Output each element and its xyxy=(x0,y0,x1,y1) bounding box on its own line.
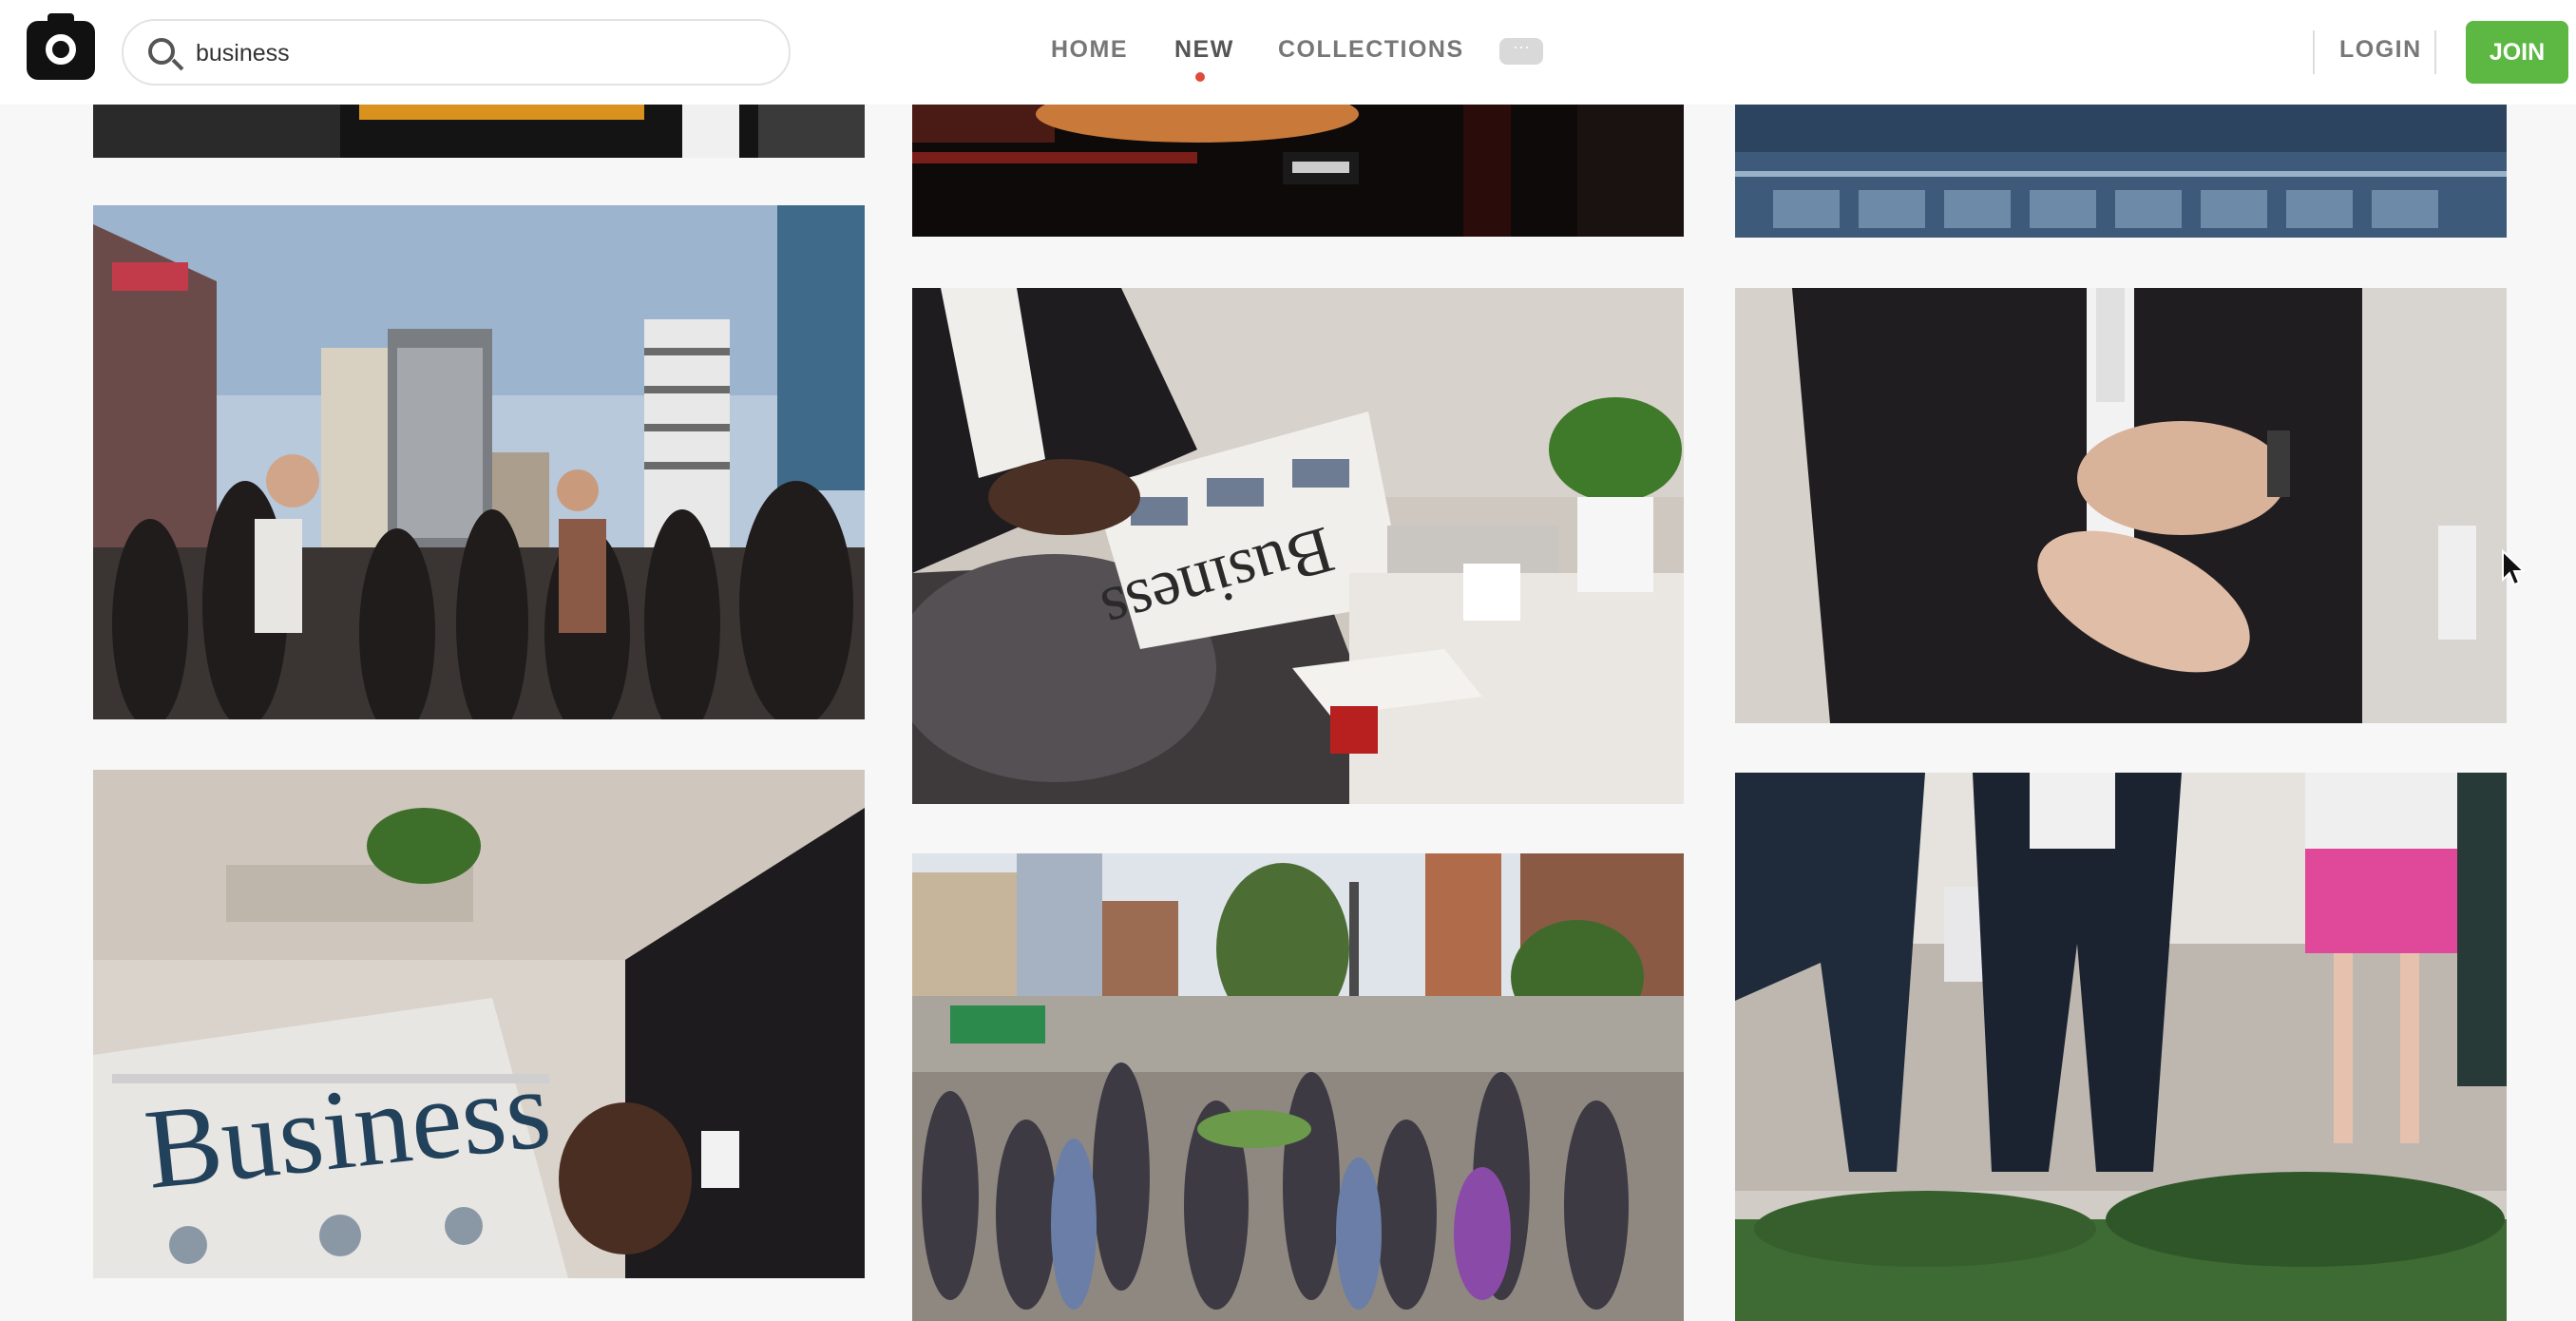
photo-business-newspaper-closeup[interactable]: Business xyxy=(93,770,865,1278)
photo-partial-top-left[interactable] xyxy=(93,105,865,158)
more-dots-icon: ··· xyxy=(1513,37,1530,56)
photo-city-crowd[interactable] xyxy=(93,205,865,719)
photo-partial-top-right[interactable] xyxy=(1735,105,2507,238)
header-divider xyxy=(2313,30,2315,74)
photo-walking-people-street[interactable] xyxy=(1735,773,2507,1321)
camera-logo-icon[interactable] xyxy=(27,13,95,80)
login-link[interactable]: LOGIN xyxy=(2339,36,2422,64)
join-button[interactable]: JOIN xyxy=(2466,21,2568,84)
photo-partial-top-center[interactable] xyxy=(912,105,1684,237)
search-bar[interactable] xyxy=(122,19,791,86)
search-icon xyxy=(148,38,175,65)
nav-new[interactable]: NEW xyxy=(1174,36,1234,64)
nav-home[interactable]: HOME xyxy=(1051,36,1128,64)
top-header: HOME NEW COLLECTIONS ··· LOGIN JOIN xyxy=(0,0,2576,105)
search-input[interactable] xyxy=(196,34,766,72)
mouse-cursor-icon xyxy=(2502,549,2527,586)
photo-man-adjusting-watch[interactable] xyxy=(1735,288,2507,723)
active-indicator xyxy=(1195,72,1205,82)
photo-newspaper-business-reader[interactable]: Business xyxy=(912,288,1684,804)
photo-busy-street-crowd[interactable] xyxy=(912,853,1684,1321)
header-divider xyxy=(2434,30,2436,74)
more-options-button[interactable]: ··· xyxy=(1499,38,1543,65)
nav-collections[interactable]: COLLECTIONS xyxy=(1278,36,1464,64)
